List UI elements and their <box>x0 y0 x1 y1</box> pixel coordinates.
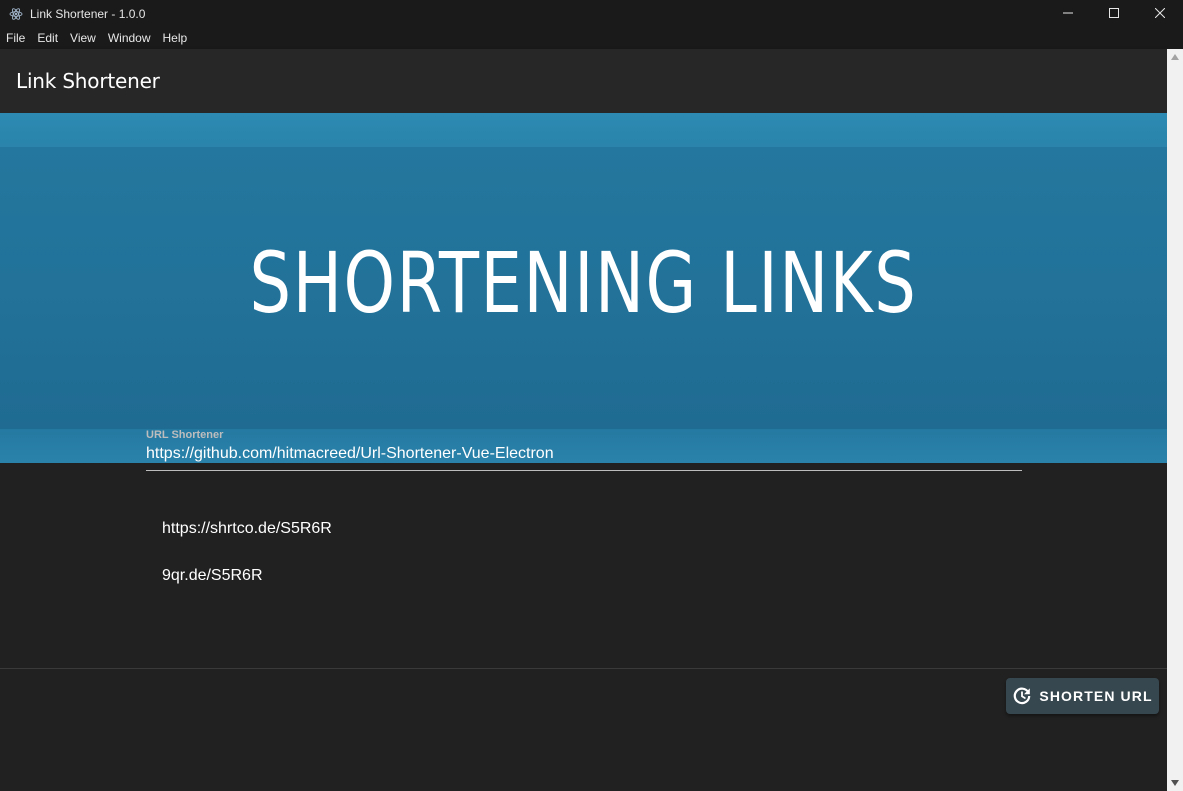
refresh-icon <box>1012 686 1032 706</box>
menu-bar: File Edit View Window Help <box>0 28 1183 49</box>
results-list: https://shrtco.de/S5R6R 9qr.de/S5R6R <box>162 518 332 612</box>
scroll-down-icon[interactable] <box>1167 775 1183 791</box>
url-form: URL Shortener <box>146 429 1022 471</box>
banner-band-top <box>0 113 1167 147</box>
title-bar: Link Shortener - 1.0.0 <box>0 0 1183 28</box>
window-title: Link Shortener - 1.0.0 <box>30 7 146 21</box>
maximize-icon <box>1109 5 1119 23</box>
menu-help[interactable]: Help <box>157 28 194 49</box>
menu-view[interactable]: View <box>64 28 102 49</box>
app-window: Link Shortener - 1.0.0 File Edit View Wi… <box>0 0 1183 791</box>
close-button[interactable] <box>1137 0 1183 28</box>
menu-file[interactable]: File <box>0 28 31 49</box>
shorten-url-label: SHORTEN URL <box>1039 688 1153 704</box>
divider <box>0 668 1167 669</box>
main-content: Link Shortener SHORTENING LINKS SHORTEN … <box>0 49 1167 791</box>
shorten-url-button[interactable]: SHORTEN URL <box>1006 678 1159 714</box>
app-bar: Link Shortener <box>0 49 1167 113</box>
close-icon <box>1154 5 1166 23</box>
url-input[interactable] <box>146 445 1022 471</box>
banner-image: SHORTENING LINKS <box>0 113 1167 463</box>
scroll-up-icon[interactable] <box>1167 49 1183 65</box>
result-link-9qr[interactable]: 9qr.de/S5R6R <box>162 565 332 612</box>
maximize-button[interactable] <box>1091 0 1137 28</box>
minimize-icon <box>1063 5 1073 23</box>
app-title: Link Shortener <box>16 69 160 93</box>
result-link-shrtco[interactable]: https://shrtco.de/S5R6R <box>162 518 332 565</box>
menu-edit[interactable]: Edit <box>31 28 64 49</box>
url-field-label: URL Shortener <box>146 429 224 441</box>
minimize-button[interactable] <box>1045 0 1091 28</box>
banner-text: SHORTENING LINKS <box>249 234 918 332</box>
menu-window[interactable]: Window <box>102 28 157 49</box>
electron-icon <box>9 7 23 21</box>
vertical-scrollbar[interactable] <box>1167 49 1183 791</box>
window-controls <box>1045 0 1183 28</box>
